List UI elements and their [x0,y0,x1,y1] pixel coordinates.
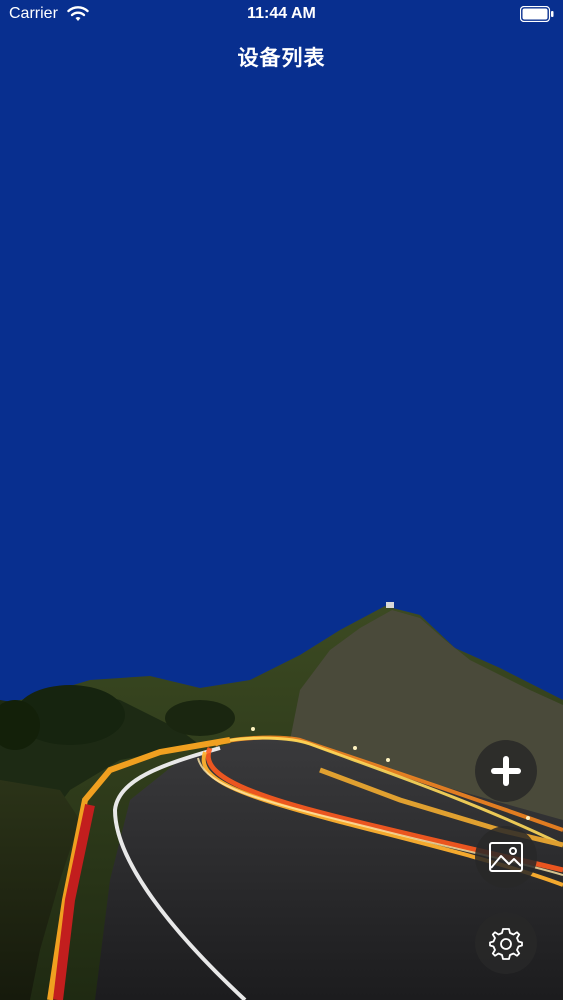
page-title: 设备列表 [237,47,326,70]
status-bar: Carrier 11:44 AM [0,0,563,30]
gallery-button[interactable] [475,826,537,888]
battery-icon [520,6,554,22]
settings-button[interactable] [475,912,537,974]
plus-icon [491,756,521,786]
device-list-screen: Carrier 11:44 AM 设备列表 [0,0,563,1000]
status-time: 11:44 AM [247,5,316,22]
image-icon [489,842,523,872]
add-device-button[interactable] [475,740,537,802]
gear-icon [489,928,523,960]
